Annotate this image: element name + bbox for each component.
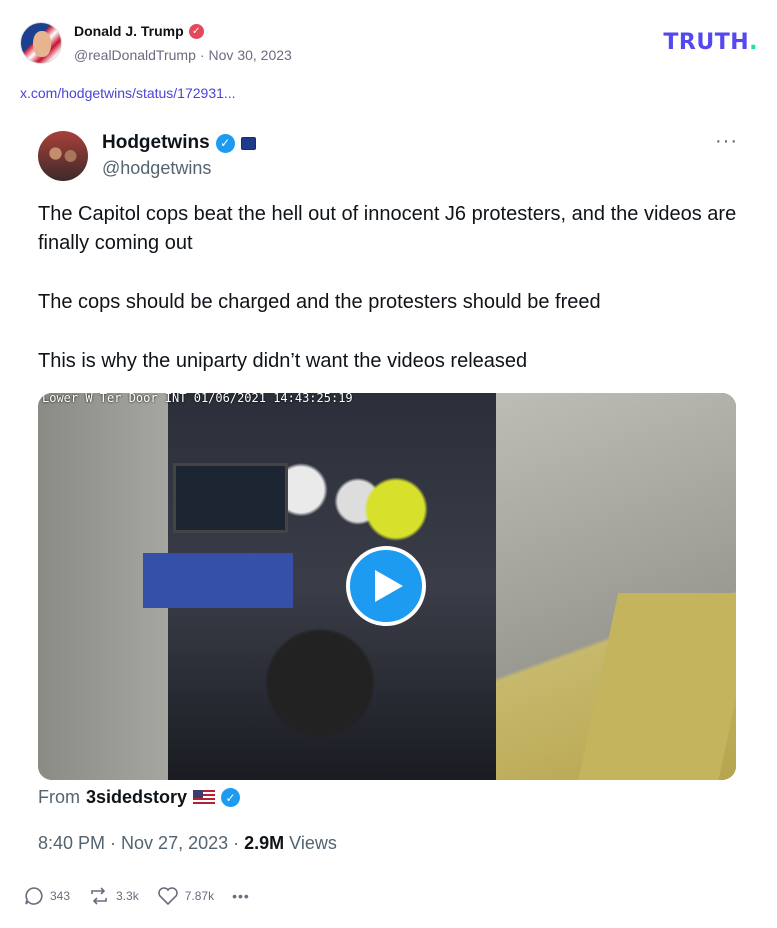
- retruth-count: 3.3k: [116, 889, 139, 903]
- tweet-author-name[interactable]: Hodgetwins: [102, 132, 210, 154]
- post-date[interactable]: Nov 30, 2023: [209, 47, 292, 63]
- affiliate-badge-icon: [240, 136, 256, 150]
- embedded-tweet: Hodgetwins ✓ @hodgetwins ··· The Capitol…: [20, 110, 758, 910]
- tweet-author-avatar[interactable]: [38, 131, 88, 181]
- tweet-paragraph: The cops should be charged and the prote…: [38, 291, 601, 313]
- author-meta: @realDonaldTrump · Nov 30, 2023: [74, 47, 292, 63]
- tweet-text: The Capitol cops beat the hell out of in…: [38, 200, 738, 376]
- us-flag-icon: [193, 790, 216, 805]
- play-icon: [375, 570, 403, 602]
- tweet-paragraph: The Capitol cops beat the hell out of in…: [38, 203, 737, 254]
- reply-button[interactable]: 343: [24, 886, 70, 906]
- tweet-video[interactable]: Lower W Ter Door INT 01/06/2021 14:43:25…: [38, 393, 736, 780]
- video-timestamp: Lower W Ter Door INT 01/06/2021 14:43:25…: [42, 393, 353, 405]
- author-avatar[interactable]: [20, 22, 62, 64]
- more-options-icon[interactable]: ···: [715, 130, 738, 153]
- author-name[interactable]: Donald J. Trump: [74, 23, 184, 39]
- retruth-button[interactable]: 3.3k: [88, 886, 139, 906]
- tweet-meta: 8:40 PM · Nov 27, 2023 · 2.9M Views: [38, 833, 337, 854]
- source-account[interactable]: 3sidedstory: [86, 787, 187, 808]
- author-handle[interactable]: @realDonaldTrump: [74, 47, 196, 63]
- tweet-author-name-row[interactable]: Hodgetwins ✓: [102, 132, 256, 154]
- tweet-time[interactable]: 8:40 PM: [38, 833, 105, 854]
- author-name-row[interactable]: Donald J. Trump ✓: [74, 23, 204, 39]
- play-button[interactable]: [346, 546, 426, 626]
- action-bar: 343 3.3k 7.87k •••: [24, 886, 250, 906]
- blue-verified-icon: ✓: [215, 133, 235, 153]
- meta-separator: ·: [199, 47, 205, 63]
- tweet-author-handle[interactable]: @hodgetwins: [102, 158, 211, 179]
- retruth-icon: [91, 887, 107, 905]
- shared-link[interactable]: x.com/hodgetwins/status/172931...: [20, 85, 236, 101]
- blue-verified-icon: ✓: [221, 788, 241, 807]
- more-icon: •••: [232, 888, 250, 904]
- tweet-paragraph: This is why the uniparty didn’t want the…: [38, 350, 528, 372]
- heart-icon: [157, 887, 178, 906]
- video-source: From 3sidedstory ✓: [38, 787, 241, 808]
- like-button[interactable]: 7.87k: [157, 886, 214, 906]
- meta-separator: ·: [233, 833, 240, 853]
- reply-count: 343: [50, 889, 71, 903]
- reply-icon: [25, 887, 43, 905]
- views-count: 2.9M: [244, 833, 285, 853]
- post-header: Donald J. Trump ✓ @realDonaldTrump · Nov…: [20, 20, 760, 70]
- from-label: From: [38, 787, 80, 807]
- like-count: 7.87k: [184, 889, 215, 903]
- truth-logo: TRUTH.: [663, 30, 758, 55]
- views-label: Views: [289, 833, 337, 853]
- meta-separator: ·: [110, 833, 117, 853]
- verified-check-icon: ✓: [188, 23, 204, 39]
- tweet-date[interactable]: Nov 27, 2023: [121, 833, 228, 854]
- more-actions-button[interactable]: •••: [232, 888, 250, 904]
